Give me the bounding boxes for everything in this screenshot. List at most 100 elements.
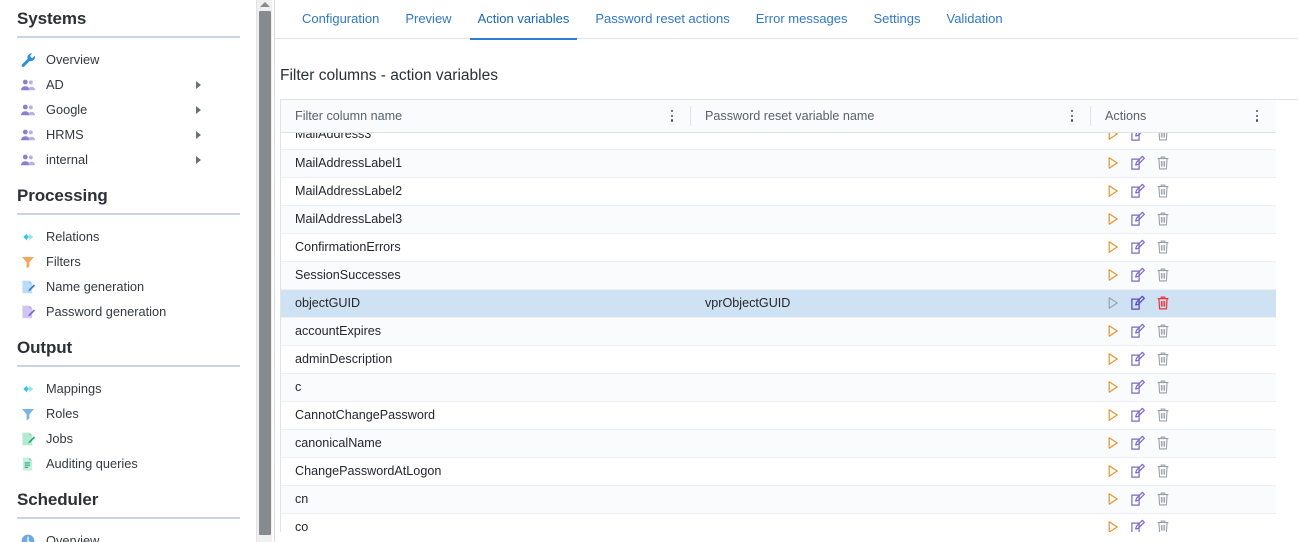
- trash-icon[interactable]: [1155, 183, 1171, 199]
- table-row[interactable]: co: [281, 513, 1276, 532]
- tab-preview[interactable]: Preview: [392, 0, 464, 39]
- sidebar-item-filters[interactable]: Filters: [17, 249, 240, 274]
- sidebar-item-roles[interactable]: Roles: [17, 401, 240, 426]
- sidebar-scrollbar-thumb[interactable]: [259, 11, 271, 535]
- pencil-edit-icon[interactable]: [1130, 351, 1146, 367]
- trash-icon[interactable]: [1155, 211, 1171, 227]
- pencil-edit-icon[interactable]: [1130, 379, 1146, 395]
- column-header-password-reset-variable-name[interactable]: Password reset variable name: [691, 100, 1091, 133]
- sidebar-item-jobs[interactable]: Jobs: [17, 426, 240, 451]
- table-row[interactable]: c: [281, 373, 1276, 402]
- play-icon[interactable]: [1105, 155, 1121, 171]
- sidebar-item-google[interactable]: Google: [17, 97, 240, 122]
- filter-columns-table: Filter column name Password reset variab…: [281, 100, 1276, 532]
- tab-validation[interactable]: Validation: [934, 0, 1016, 39]
- play-icon[interactable]: [1105, 267, 1121, 283]
- table-row[interactable]: SessionSuccesses: [281, 261, 1276, 290]
- trash-icon[interactable]: [1155, 295, 1171, 311]
- sidebar-item-password-generation[interactable]: Password generation: [17, 299, 240, 324]
- pencil-edit-icon[interactable]: [1130, 463, 1146, 479]
- pencil-edit-icon[interactable]: [1130, 183, 1146, 199]
- pencil-edit-icon[interactable]: [1130, 519, 1146, 532]
- play-icon[interactable]: [1105, 435, 1121, 451]
- play-icon[interactable]: [1105, 463, 1121, 479]
- pencil-edit-icon[interactable]: [1130, 239, 1146, 255]
- pencil-edit-icon[interactable]: [1130, 132, 1146, 142]
- sidebar-item-mappings[interactable]: Mappings: [17, 376, 240, 401]
- chevron-right-icon[interactable]: [196, 105, 201, 114]
- play-icon[interactable]: [1105, 239, 1121, 255]
- trash-icon[interactable]: [1155, 323, 1171, 339]
- pencil-edit-icon[interactable]: [1130, 407, 1146, 423]
- play-icon[interactable]: [1105, 351, 1121, 367]
- sidebar-item-hrms[interactable]: HRMS: [17, 122, 240, 147]
- play-icon[interactable]: [1105, 183, 1121, 199]
- column-menu-actions-icon[interactable]: [1250, 109, 1264, 122]
- cell-filter-column-name: MailAddressLabel1: [281, 149, 691, 178]
- pencil-edit-icon[interactable]: [1130, 267, 1146, 283]
- play-icon[interactable]: [1105, 323, 1121, 339]
- play-icon[interactable]: [1105, 407, 1121, 423]
- table-row[interactable]: objectGUID vprObjectGUID: [281, 289, 1276, 318]
- trash-icon[interactable]: [1155, 435, 1171, 451]
- play-icon[interactable]: [1105, 211, 1121, 227]
- table-row[interactable]: CannotChangePassword: [281, 401, 1276, 430]
- play-icon[interactable]: [1105, 132, 1121, 142]
- play-icon[interactable]: [1105, 379, 1121, 395]
- table-row[interactable]: ConfirmationErrors: [281, 233, 1276, 262]
- chevron-right-icon[interactable]: [196, 80, 201, 89]
- scroll-up-arrow-icon[interactable]: [260, 2, 270, 7]
- column-header-filter-column-name[interactable]: Filter column name: [281, 100, 691, 133]
- cell-filter-column-name: co: [281, 513, 691, 532]
- trash-icon[interactable]: [1155, 519, 1171, 532]
- tab-error-messages[interactable]: Error messages: [743, 0, 861, 39]
- trash-icon[interactable]: [1155, 379, 1171, 395]
- cell-password-reset-variable-name: [691, 261, 1091, 290]
- tab-action-variables[interactable]: Action variables: [465, 0, 583, 40]
- play-icon[interactable]: [1105, 491, 1121, 507]
- trash-icon[interactable]: [1155, 491, 1171, 507]
- table-row[interactable]: canonicalName: [281, 429, 1276, 458]
- sidebar-item-ad[interactable]: AD: [17, 72, 240, 97]
- tab-settings[interactable]: Settings: [861, 0, 934, 39]
- trash-icon[interactable]: [1155, 132, 1171, 142]
- cell-actions: [1091, 457, 1276, 486]
- column-menu-filter-column-name-icon[interactable]: [665, 109, 679, 122]
- trash-icon[interactable]: [1155, 351, 1171, 367]
- chevron-right-icon[interactable]: [196, 155, 201, 164]
- table-row[interactable]: MailAddressLabel1: [281, 149, 1276, 178]
- sidebar-item-relations[interactable]: Relations: [17, 224, 240, 249]
- trash-icon[interactable]: [1155, 155, 1171, 171]
- play-icon[interactable]: [1105, 519, 1121, 532]
- sidebar-item-overview[interactable]: Overview: [17, 47, 240, 72]
- sidebar-item-auditing-queries[interactable]: Auditing queries: [17, 451, 240, 476]
- pencil-edit-icon[interactable]: [1130, 211, 1146, 227]
- sidebar-scrollbar[interactable]: [256, 0, 272, 542]
- play-icon[interactable]: [1105, 295, 1121, 311]
- table-row[interactable]: cn: [281, 485, 1276, 514]
- tab-configuration[interactable]: Configuration: [289, 0, 392, 39]
- table-row[interactable]: accountExpires: [281, 317, 1276, 346]
- table-row[interactable]: MailAddress3: [281, 132, 1276, 150]
- sidebar-item-internal[interactable]: internal: [17, 147, 240, 172]
- sidebar-item-name-generation[interactable]: Name generation: [17, 274, 240, 299]
- sidebar-item-overview[interactable]: Overview: [17, 528, 240, 542]
- trash-icon[interactable]: [1155, 463, 1171, 479]
- trash-icon[interactable]: [1155, 407, 1171, 423]
- pencil-edit-icon[interactable]: [1130, 295, 1146, 311]
- trash-icon[interactable]: [1155, 267, 1171, 283]
- tab-password-reset-actions[interactable]: Password reset actions: [582, 0, 742, 39]
- table-row[interactable]: ChangePasswordAtLogon: [281, 457, 1276, 486]
- pencil-edit-icon[interactable]: [1130, 435, 1146, 451]
- pencil-edit-icon[interactable]: [1130, 323, 1146, 339]
- table-row[interactable]: MailAddressLabel3: [281, 205, 1276, 234]
- pencil-edit-icon[interactable]: [1130, 491, 1146, 507]
- trash-icon[interactable]: [1155, 239, 1171, 255]
- table-row[interactable]: adminDescription: [281, 345, 1276, 374]
- chevron-right-icon[interactable]: [196, 130, 201, 139]
- column-header-actions[interactable]: Actions: [1091, 100, 1276, 133]
- pencil-edit-icon[interactable]: [1130, 155, 1146, 171]
- column-menu-password-reset-variable-name-icon[interactable]: [1065, 109, 1079, 122]
- cell-actions: [1091, 149, 1276, 178]
- table-row[interactable]: MailAddressLabel2: [281, 177, 1276, 206]
